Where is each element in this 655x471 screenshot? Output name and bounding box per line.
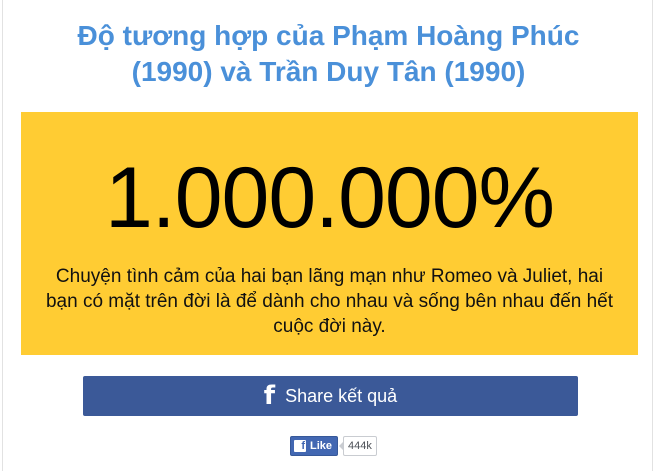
compatibility-percent: 1.000.000% — [104, 150, 555, 246]
like-button-label: Like — [310, 440, 333, 452]
like-button[interactable]: f Like — [290, 436, 339, 456]
title-line-2: (1990) và Trần Duy Tân (1990) — [131, 56, 526, 87]
result-message: Chuyện tình cảm của hai bạn lãng mạn như… — [45, 266, 614, 337]
share-button-label: Share kết quả — [285, 385, 398, 406]
facebook-icon: f — [294, 440, 306, 452]
result-box: 1.000.000% Chuyện tình cảm của hai bạn l… — [21, 112, 638, 355]
result-card: Độ tương hợp của Phạm Hoàng Phúc (1990) … — [2, 0, 653, 471]
like-count: 444k — [339, 436, 377, 456]
facebook-like-widget: f Like 444k — [290, 436, 377, 456]
page-title: Độ tương hợp của Phạm Hoàng Phúc (1990) … — [3, 18, 654, 90]
title-line-1: Độ tương hợp của Phạm Hoàng Phúc — [77, 20, 580, 51]
share-result-button[interactable]: f Share kết quả — [83, 376, 578, 416]
facebook-icon: f — [263, 381, 276, 411]
